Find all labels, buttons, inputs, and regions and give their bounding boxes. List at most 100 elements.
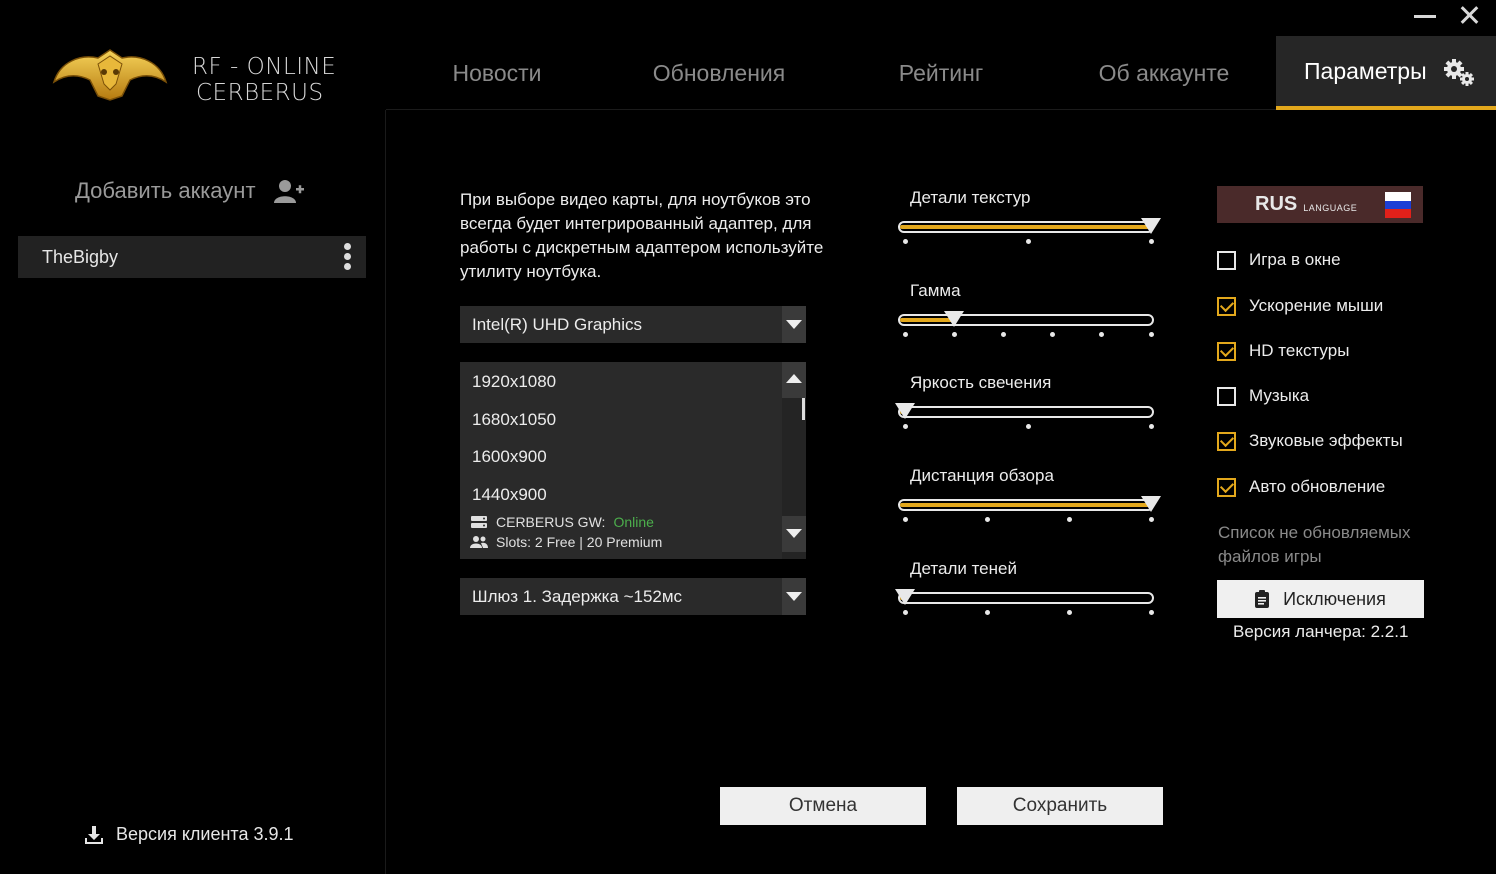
slider-label-textures: Детали текстур — [910, 188, 1031, 207]
slider-tick — [1148, 610, 1154, 615]
slider-thumb[interactable] — [944, 311, 965, 327]
slider-tick — [984, 517, 990, 522]
slider-textures[interactable] — [898, 218, 1161, 244]
slider-thumb[interactable] — [895, 403, 915, 419]
gpu-note: При выборе видео карты, для ноутбуков эт… — [460, 190, 824, 281]
exclusions-button[interactable]: Исключения — [1217, 580, 1424, 618]
close-icon[interactable] — [1458, 4, 1480, 26]
option-auto-update[interactable]: Авто обновление — [1217, 477, 1385, 497]
save-button[interactable]: Сохранить — [957, 787, 1163, 825]
language-code: RUS — [1255, 193, 1298, 215]
option-music[interactable]: Музыка — [1217, 386, 1309, 406]
add-account-label: Добавить аккаунт — [75, 178, 256, 203]
client-version-text: Версия клиента 3.9.1 — [116, 824, 294, 844]
resolution-scrollbar[interactable] — [782, 362, 806, 559]
option-label: HD текстуры — [1249, 341, 1350, 360]
language-word: LANGUAGE — [1303, 202, 1358, 213]
gateway-select[interactable]: Шлюз 1. Задержка ~152мс — [460, 578, 806, 615]
slider-thumb[interactable] — [1141, 496, 1161, 512]
option-sound-effects[interactable]: Звуковые эффекты — [1217, 431, 1403, 451]
client-version: Версия клиента 3.9.1 — [84, 824, 294, 845]
option-mouse-accel[interactable]: Ускорение мыши — [1217, 296, 1383, 316]
chevron-down-icon[interactable] — [782, 578, 806, 615]
slider-thumb[interactable] — [1141, 218, 1161, 234]
slider-tick — [902, 239, 908, 244]
account-name: TheBigby — [42, 246, 119, 267]
resolution-item[interactable]: 1920x1080 — [472, 372, 556, 392]
tab-updates[interactable]: Обновления — [608, 36, 830, 110]
launcher-version: Версия ланчера: 2.2.1 — [1233, 622, 1409, 641]
option-hd-textures[interactable]: HD текстуры — [1217, 341, 1349, 361]
tab-news[interactable]: Новости — [386, 36, 608, 110]
slider-gamma[interactable] — [898, 311, 1154, 337]
checkbox[interactable] — [1217, 341, 1236, 361]
cerberus-logo-icon — [52, 49, 168, 101]
option-label: Игра в окне — [1249, 250, 1341, 269]
tab-rating[interactable]: Рейтинг — [830, 36, 1052, 110]
checkbox[interactable] — [1217, 431, 1236, 451]
option-label: Музыка — [1249, 386, 1310, 405]
option-label: Звуковые эффекты — [1249, 431, 1403, 450]
slider-shadows[interactable] — [895, 589, 1154, 615]
checkbox[interactable] — [1217, 250, 1236, 270]
checkbox[interactable] — [1217, 477, 1236, 497]
slider-tick — [1025, 239, 1031, 244]
brand-line-1: RF - ONLINE — [192, 54, 337, 80]
option-label: Авто обновление — [1249, 477, 1386, 496]
gateway-label: CERBERUS GW: — [496, 514, 606, 530]
sidebar-divider — [385, 110, 386, 874]
resolution-list: 1920x1080 1680x1050 1600x900 1440x900 CE… — [460, 362, 806, 559]
slider-tick — [1148, 517, 1154, 522]
brand-line-2: CERBERUS — [196, 80, 324, 106]
cancel-button[interactable]: Отмена — [720, 787, 926, 825]
slider-tick — [1099, 332, 1105, 337]
slider-tick — [984, 610, 990, 615]
slider-tick — [902, 517, 908, 522]
scroll-down-icon[interactable] — [782, 516, 806, 552]
server-icon — [471, 516, 487, 528]
slider-tick — [1148, 239, 1154, 244]
slider-tick — [902, 424, 908, 429]
kebab-menu-icon[interactable] — [344, 243, 352, 271]
gpu-select-value: Intel(R) UHD Graphics — [472, 314, 643, 334]
slider-tick — [1050, 332, 1056, 337]
checkbox[interactable] — [1217, 296, 1236, 316]
slider-tick — [1066, 610, 1072, 615]
slider-label-view-distance: Дистанция обзора — [910, 466, 1054, 485]
minimize-icon[interactable] — [1414, 15, 1436, 18]
slider-thumb[interactable] — [895, 589, 915, 605]
tab-settings-label: Параметры — [1304, 57, 1427, 84]
gateway-select-value: Шлюз 1. Задержка ~152мс — [472, 586, 683, 606]
tab-account[interactable]: Об аккаунте — [1052, 36, 1276, 110]
slider-tick — [1148, 332, 1154, 337]
gears-icon — [1444, 59, 1474, 86]
checkbox[interactable] — [1217, 386, 1236, 406]
slider-tick — [951, 332, 957, 337]
scroll-up-icon[interactable] — [782, 362, 806, 398]
language-button[interactable]: RUS LANGUAGE — [1217, 186, 1423, 223]
option-label: Ускорение мыши — [1249, 296, 1384, 315]
gpu-select[interactable]: Intel(R) UHD Graphics — [460, 306, 806, 343]
scroll-thumb[interactable] — [802, 398, 805, 420]
add-user-icon — [273, 180, 304, 203]
add-account-button[interactable]: Добавить аккаунт — [75, 178, 304, 204]
slider-tick — [1066, 517, 1072, 522]
chevron-down-icon[interactable] — [782, 306, 806, 343]
gateway-status-value: Online — [613, 514, 654, 530]
tab-settings[interactable]: Параметры — [1276, 36, 1496, 110]
option-windowed[interactable]: Игра в окне — [1217, 250, 1341, 270]
slider-glow[interactable] — [895, 403, 1154, 429]
resolution-item[interactable]: 1440x900 — [472, 485, 547, 505]
window-controls — [1396, 0, 1496, 34]
slider-tick — [902, 332, 908, 337]
slider-label-shadows: Детали теней — [910, 559, 1017, 578]
slider-view-distance[interactable] — [898, 496, 1161, 522]
account-item[interactable]: TheBigby — [18, 236, 366, 278]
slider-tick — [902, 610, 908, 615]
exclusions-note: Список не обновляемых файлов игры — [1218, 523, 1411, 566]
resolution-item[interactable]: 1600x900 — [472, 447, 547, 467]
resolution-item[interactable]: 1680x1050 — [472, 410, 556, 430]
brand-title: RF - ONLINE CERBERUS — [192, 54, 336, 106]
slider-label-gamma: Гамма — [910, 281, 961, 300]
download-icon — [85, 825, 103, 844]
